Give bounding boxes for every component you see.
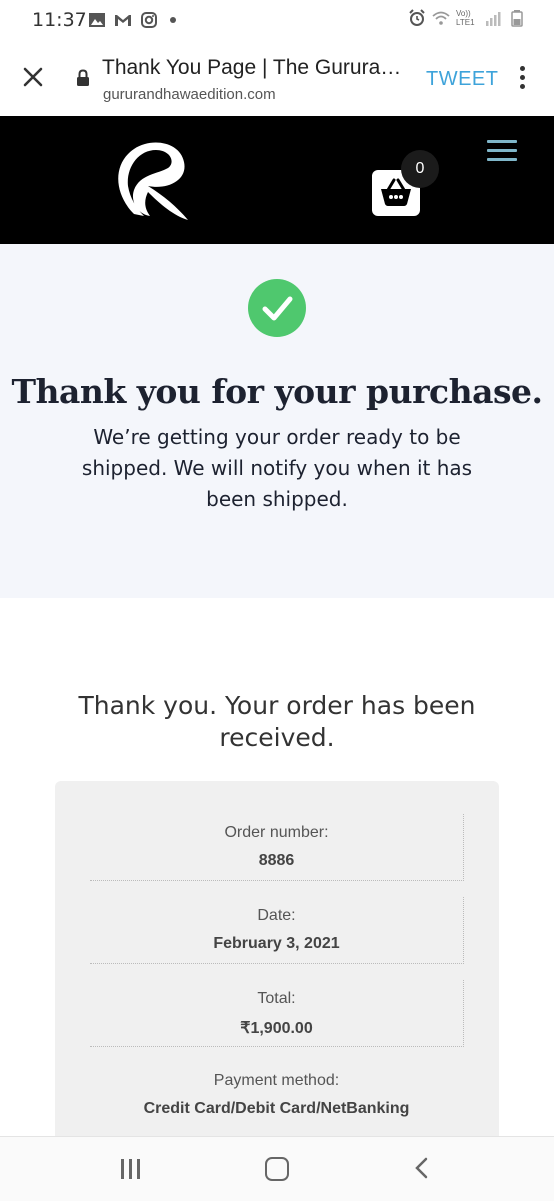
hamburger-menu-icon[interactable] xyxy=(487,140,517,162)
order-total-value: ₹1,900.00 xyxy=(240,1020,313,1037)
hero-heading: Thank you for your purchase. xyxy=(11,372,543,411)
wifi-icon xyxy=(432,11,450,25)
success-check-icon xyxy=(248,279,306,337)
system-nav-bar xyxy=(0,1136,554,1201)
hero-subtext: We’re getting your order ready to be shi… xyxy=(81,425,473,511)
tweet-button[interactable]: TWEET xyxy=(426,68,499,91)
payment-method-value: Credit Card/Debit Card/NetBanking xyxy=(143,1100,410,1117)
image-icon xyxy=(89,13,105,27)
site-header: 0 xyxy=(0,116,554,244)
payment-method-label: Payment method: xyxy=(213,1072,340,1089)
order-total-item: Total: ₹1,900.00 xyxy=(90,980,464,1047)
signal-icon xyxy=(486,12,501,26)
dot-icon xyxy=(170,17,176,23)
status-icons-right: Vo)) LTE1 xyxy=(408,9,526,27)
order-number-item: Order number: 8886 xyxy=(90,814,464,881)
status-time: 11:37 xyxy=(32,9,87,31)
close-icon[interactable] xyxy=(18,62,48,92)
payment-method-item: Payment method: Credit Card/Debit Card/N… xyxy=(90,1062,463,1128)
thank-you-hero: Thank you for your purchase. We’re getti… xyxy=(0,244,554,598)
instagram-icon xyxy=(141,12,157,28)
back-icon[interactable] xyxy=(412,1156,432,1180)
overflow-menu-icon[interactable] xyxy=(514,66,530,92)
page-title: Thank You Page | The Gururan... xyxy=(102,56,402,79)
order-number-value: 8886 xyxy=(258,852,295,869)
order-number-label: Order number: xyxy=(224,824,329,841)
recent-apps-icon[interactable] xyxy=(121,1159,145,1179)
page-url[interactable]: gururandhawaedition.com xyxy=(103,86,276,103)
status-bar: 11:37 Vo)) LTE1 xyxy=(0,0,554,40)
gmail-icon xyxy=(115,15,131,26)
order-date-value: February 3, 2021 xyxy=(213,935,340,952)
home-icon[interactable] xyxy=(265,1157,289,1181)
lock-icon xyxy=(77,69,89,86)
browser-toolbar: Thank You Page | The Gururan... gururand… xyxy=(0,40,554,117)
order-received-title: Thank you. Your order has been received. xyxy=(78,691,476,752)
lte-icon: Vo)) LTE1 xyxy=(456,9,475,27)
cart-count-badge: 0 xyxy=(401,150,439,188)
battery-icon xyxy=(511,10,523,27)
order-date-label: Date: xyxy=(257,907,296,924)
order-date-item: Date: February 3, 2021 xyxy=(90,897,464,964)
status-icons-left xyxy=(88,11,176,29)
order-total-label: Total: xyxy=(257,990,296,1007)
alarm-icon xyxy=(409,9,425,26)
brand-logo[interactable] xyxy=(104,134,196,226)
order-details-box: Order number: 8886 Date: February 3, 202… xyxy=(55,781,499,1141)
